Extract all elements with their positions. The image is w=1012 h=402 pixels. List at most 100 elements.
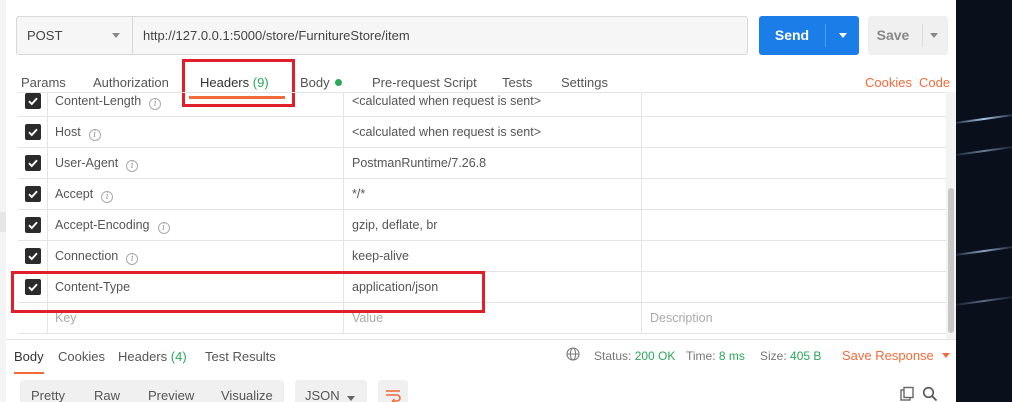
header-enabled-cell bbox=[18, 241, 48, 272]
header-key[interactable]: Host i bbox=[48, 117, 344, 148]
response-bar: Body Cookies Headers (4) Test Results St… bbox=[6, 339, 956, 374]
content-type-highlight bbox=[11, 271, 485, 313]
response-tab-test-results[interactable]: Test Results bbox=[205, 349, 276, 364]
size-value[interactable]: 405 B bbox=[790, 349, 821, 363]
header-key[interactable]: Accept-Encoding i bbox=[48, 210, 344, 241]
send-divider bbox=[825, 24, 826, 47]
globe-icon[interactable] bbox=[566, 347, 580, 361]
header-description[interactable] bbox=[642, 272, 946, 303]
save-response-label: Save Response bbox=[842, 348, 934, 363]
header-key[interactable]: Content-Length i bbox=[48, 93, 344, 117]
tab-tests[interactable]: Tests bbox=[502, 75, 532, 90]
header-key-text: Accept bbox=[55, 187, 94, 201]
copy-icon[interactable] bbox=[899, 386, 915, 402]
header-enabled-cell bbox=[18, 179, 48, 210]
tab-authorization[interactable]: Authorization bbox=[93, 75, 169, 90]
view-preview[interactable]: Preview bbox=[148, 388, 194, 402]
status-info: Status: 200 OK bbox=[594, 349, 675, 363]
header-description[interactable] bbox=[642, 93, 946, 117]
description-placeholder: Description bbox=[650, 311, 713, 325]
header-description[interactable] bbox=[642, 117, 946, 148]
header-enabled-checkbox[interactable] bbox=[25, 93, 41, 109]
code-link[interactable]: Code bbox=[919, 75, 950, 90]
save-response-button[interactable]: Save Response bbox=[842, 348, 950, 363]
status-value[interactable]: 200 OK bbox=[635, 349, 676, 363]
time-value[interactable]: 8 ms bbox=[719, 349, 745, 363]
response-tab-body[interactable]: Body bbox=[14, 349, 44, 374]
response-tab-cookies[interactable]: Cookies bbox=[58, 349, 105, 364]
header-value[interactable]: keep-alive bbox=[344, 241, 642, 272]
header-key-text: Accept-Encoding bbox=[55, 218, 150, 232]
send-button[interactable]: Send bbox=[759, 16, 859, 55]
send-options-chevron-icon[interactable] bbox=[839, 33, 847, 38]
header-value[interactable]: gzip, deflate, br bbox=[344, 210, 642, 241]
status-label: Status: bbox=[594, 349, 632, 363]
headers-scrollbar[interactable] bbox=[946, 92, 956, 339]
format-select[interactable]: JSON bbox=[295, 380, 367, 402]
header-enabled-checkbox[interactable] bbox=[25, 248, 41, 264]
view-visualize[interactable]: Visualize bbox=[221, 388, 273, 402]
info-icon[interactable]: i bbox=[126, 253, 139, 265]
view-pretty[interactable]: Pretty bbox=[31, 388, 65, 402]
url-input[interactable]: http://127.0.0.1:5000/store/FurnitureSto… bbox=[132, 16, 748, 55]
header-value[interactable]: <calculated when request is sent> bbox=[344, 117, 642, 148]
header-value[interactable]: <calculated when request is sent> bbox=[344, 93, 642, 117]
info-icon[interactable]: i bbox=[88, 129, 101, 141]
url-text: http://127.0.0.1:5000/store/FurnitureSto… bbox=[143, 28, 410, 43]
header-value[interactable]: */* bbox=[344, 179, 642, 210]
scrollbar-thumb[interactable] bbox=[948, 188, 954, 333]
header-description[interactable] bbox=[642, 241, 946, 272]
wrap-lines-button[interactable] bbox=[378, 380, 408, 402]
header-value-text: <calculated when request is sent> bbox=[352, 94, 542, 108]
new-header-description-input[interactable]: Description bbox=[642, 303, 946, 334]
save-button[interactable]: Save bbox=[868, 16, 948, 55]
header-key-text: User-Agent bbox=[55, 156, 119, 170]
tab-body-label: Body bbox=[300, 75, 330, 90]
header-value-text: keep-alive bbox=[352, 249, 409, 263]
header-value-text: */* bbox=[352, 187, 366, 201]
header-key[interactable]: Connection i bbox=[48, 241, 344, 272]
time-label: Time: bbox=[686, 349, 716, 363]
header-enabled-checkbox[interactable] bbox=[25, 217, 41, 233]
chevron-down-icon bbox=[347, 396, 355, 401]
header-description[interactable] bbox=[642, 179, 946, 210]
header-key-text: Connection bbox=[55, 249, 119, 263]
info-icon[interactable]: i bbox=[149, 98, 162, 110]
info-icon[interactable]: i bbox=[157, 222, 170, 234]
header-enabled-cell bbox=[18, 93, 48, 117]
save-options-chevron-icon[interactable] bbox=[930, 33, 938, 38]
header-enabled-checkbox[interactable] bbox=[25, 155, 41, 171]
header-key-text: Content-Length bbox=[55, 94, 142, 108]
header-value-text: gzip, deflate, br bbox=[352, 218, 438, 232]
info-icon[interactable]: i bbox=[101, 191, 114, 203]
header-key-text: Host bbox=[55, 125, 81, 139]
tab-settings[interactable]: Settings bbox=[561, 75, 608, 90]
tab-body[interactable]: Body bbox=[300, 75, 342, 90]
tab-pre-request-script[interactable]: Pre-request Script bbox=[372, 75, 477, 90]
tab-params[interactable]: Params bbox=[21, 75, 66, 90]
info-icon[interactable]: i bbox=[126, 160, 139, 172]
header-key[interactable]: User-Agent i bbox=[48, 148, 344, 179]
chevron-down-icon bbox=[941, 353, 950, 358]
header-description[interactable] bbox=[642, 148, 946, 179]
desktop-light-streak bbox=[956, 114, 1012, 124]
header-row: Host i <calculated when request is sent> bbox=[18, 117, 946, 148]
search-icon[interactable] bbox=[922, 386, 938, 402]
header-key[interactable]: Accept i bbox=[48, 179, 344, 210]
method-select[interactable]: POST bbox=[16, 16, 132, 55]
header-value-text: <calculated when request is sent> bbox=[352, 125, 542, 139]
header-value[interactable]: PostmanRuntime/7.26.8 bbox=[344, 148, 642, 179]
header-row: User-Agent i PostmanRuntime/7.26.8 bbox=[18, 148, 946, 179]
response-tab-headers[interactable]: Headers (4) bbox=[118, 349, 187, 364]
view-raw[interactable]: Raw bbox=[94, 388, 120, 402]
response-headers-label: Headers bbox=[118, 349, 168, 364]
header-enabled-checkbox[interactable] bbox=[25, 124, 41, 140]
desktop-light-streak bbox=[956, 146, 1012, 156]
cookies-link[interactable]: Cookies bbox=[865, 75, 912, 90]
header-value-text: PostmanRuntime/7.26.8 bbox=[352, 156, 487, 170]
header-description[interactable] bbox=[642, 210, 946, 241]
request-url-bar: POST http://127.0.0.1:5000/store/Furnitu… bbox=[16, 16, 948, 56]
chevron-down-icon bbox=[112, 33, 120, 38]
key-placeholder: Key bbox=[55, 311, 77, 325]
header-enabled-checkbox[interactable] bbox=[25, 186, 41, 202]
